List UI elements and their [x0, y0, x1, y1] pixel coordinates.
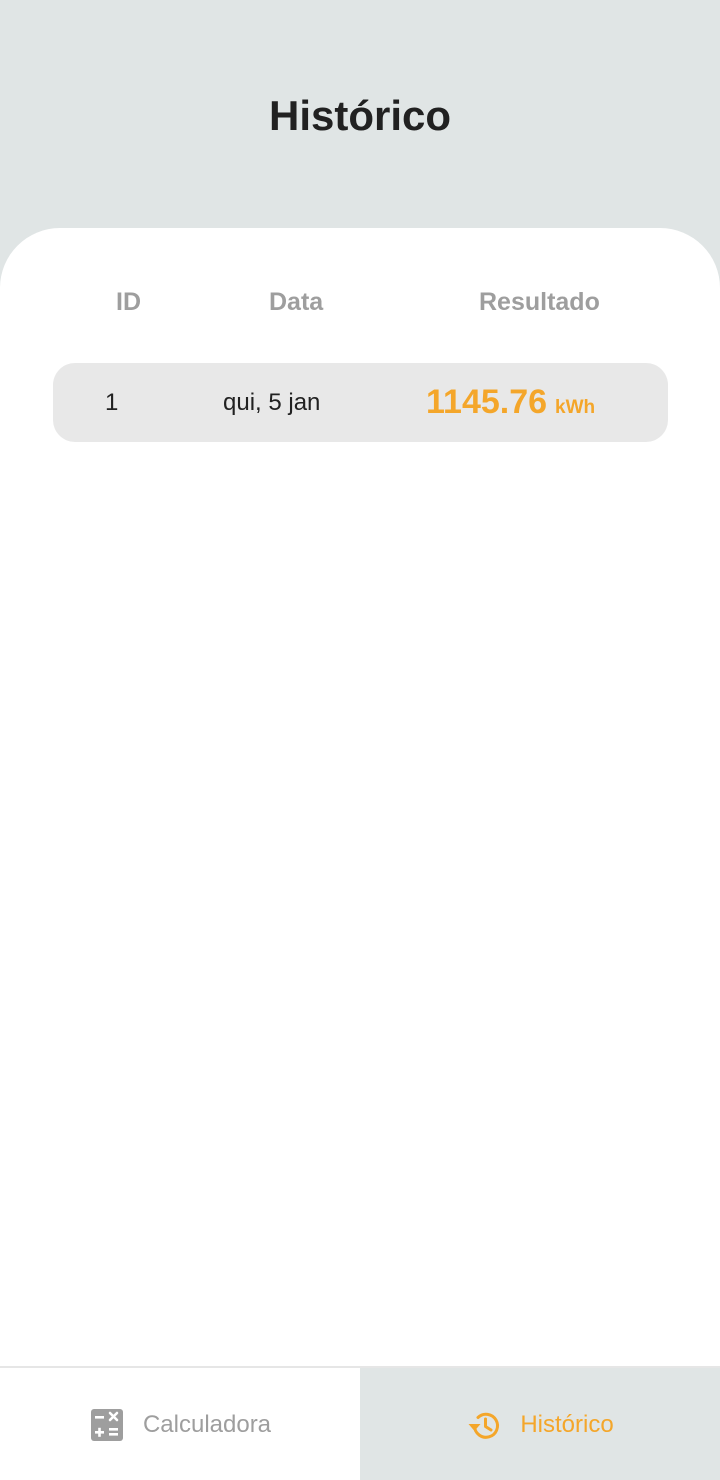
- tab-historico-label: Histórico: [520, 1411, 614, 1438]
- history-icon: [466, 1407, 502, 1443]
- history-screen: Histórico ID Data Resultado 1 qui, 5 jan…: [0, 0, 720, 1480]
- result-value: 1145.76: [426, 383, 548, 421]
- table-header: ID Data Resultado: [0, 284, 720, 320]
- row-result: 1145.76 kWh: [426, 363, 595, 448]
- history-row[interactable]: 1 qui, 5 jan 1145.76 kWh: [53, 363, 668, 442]
- row-id: 1: [105, 389, 119, 416]
- calculator-icon: [89, 1407, 125, 1443]
- page-title: Histórico: [268, 92, 452, 139]
- tab-calculadora[interactable]: Calculadora: [0, 1368, 360, 1480]
- column-header-result: Resultado: [479, 288, 600, 316]
- tab-calculadora-label: Calculadora: [142, 1411, 272, 1438]
- tab-historico[interactable]: Histórico: [360, 1368, 720, 1480]
- result-unit: kWh: [555, 397, 596, 418]
- column-header-id: ID: [116, 288, 141, 316]
- column-header-date: Data: [269, 288, 324, 316]
- bottom-navigation: Calculadora Histórico: [0, 1366, 720, 1480]
- row-date: qui, 5 jan: [223, 389, 321, 416]
